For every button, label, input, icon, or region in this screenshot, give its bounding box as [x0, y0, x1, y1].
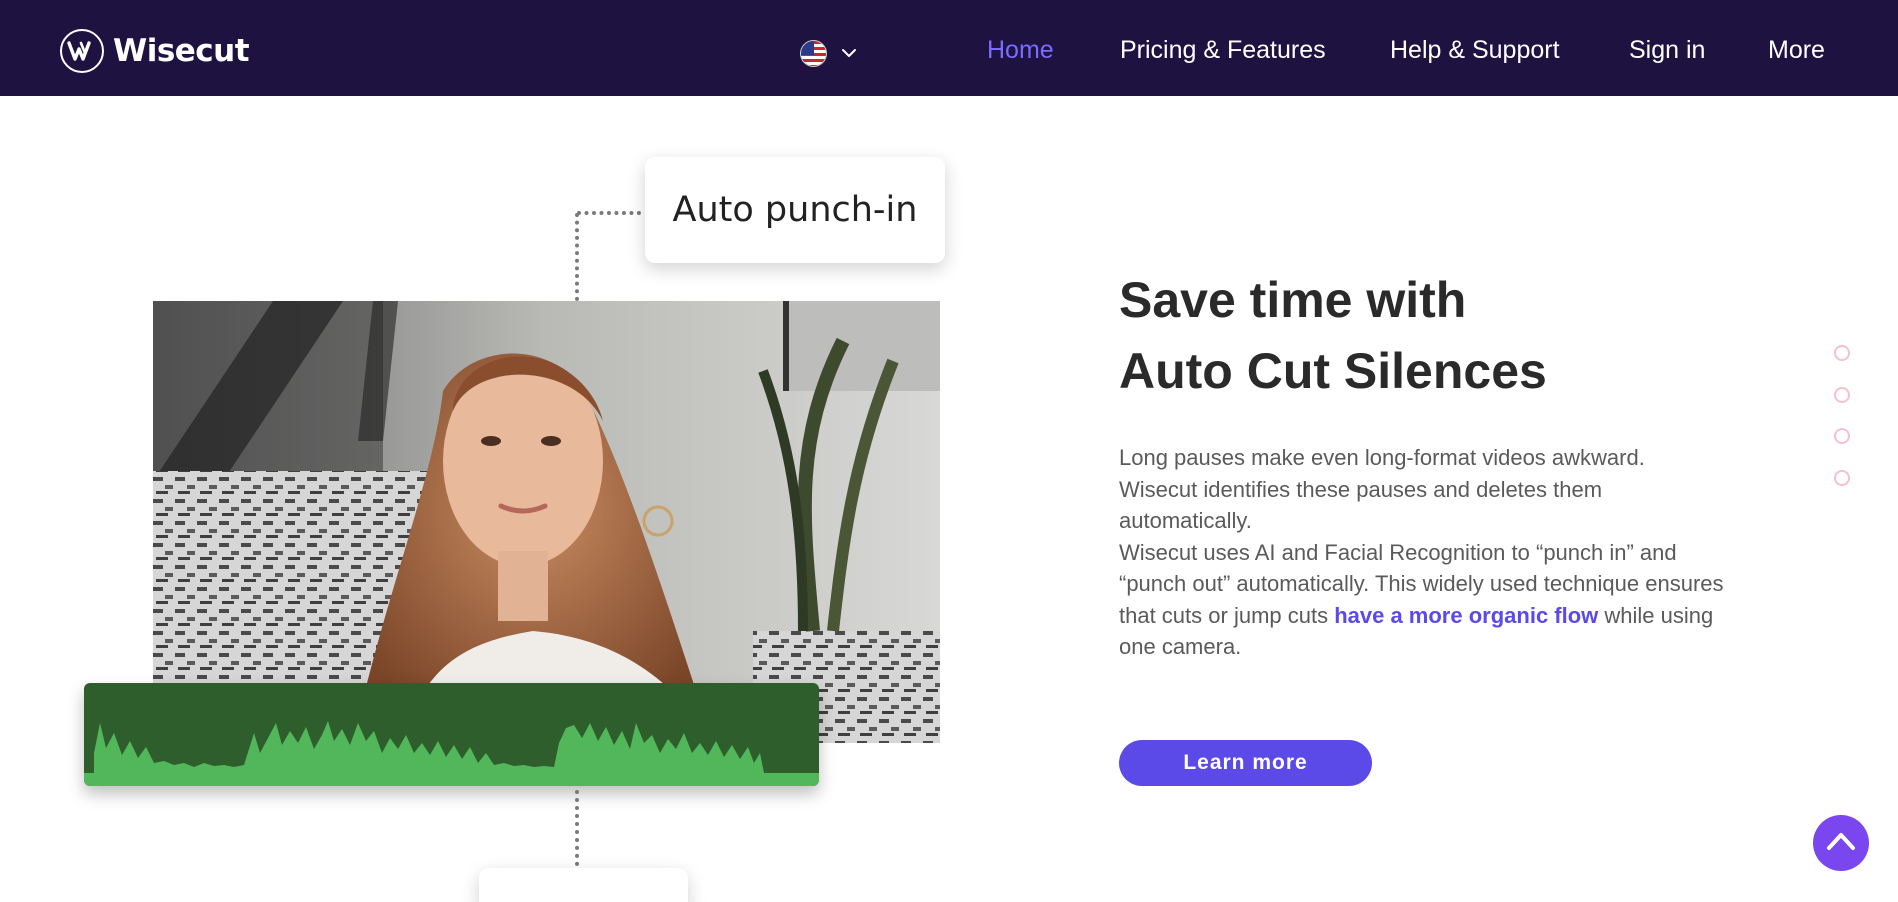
nav-more[interactable]: More [1768, 36, 1825, 65]
brand-logo[interactable]: Wisecut [60, 29, 250, 73]
woman-video-frame-image [153, 301, 940, 743]
language-selector[interactable] [800, 40, 857, 67]
callout-label: Auto punch-in [672, 190, 918, 230]
feature-title: Save time with Auto Cut Silences [1119, 265, 1547, 407]
nav-home[interactable]: Home [987, 36, 1054, 65]
us-flag-icon [800, 40, 827, 67]
video-preview-image [153, 301, 940, 743]
chevron-down-icon [841, 45, 857, 63]
feature-title-line-2: Auto Cut Silences [1119, 343, 1547, 399]
nav-sign-in[interactable]: Sign in [1629, 36, 1705, 65]
learn-more-button[interactable]: Learn more [1119, 740, 1372, 786]
feature-paragraph-1: Long pauses make even long-format videos… [1119, 445, 1645, 533]
nav-help-support[interactable]: Help & Support [1390, 36, 1560, 65]
organic-flow-highlight: have a more organic flow [1334, 602, 1599, 628]
pager-dot-icon[interactable] [1834, 345, 1850, 361]
audio-waveform [84, 683, 819, 786]
bottom-callout-label [479, 868, 688, 902]
auto-punch-in-callout: Auto punch-in [645, 157, 945, 263]
connector-line-top-vertical [575, 213, 579, 301]
nav-pricing-features[interactable]: Pricing & Features [1120, 36, 1326, 65]
top-navigation-bar: Wisecut Home Pricing & Features Help & S… [0, 0, 1898, 96]
pager-dot-icon[interactable] [1834, 387, 1850, 403]
chevron-up-icon [1826, 831, 1856, 856]
pager-dot-icon[interactable] [1834, 428, 1850, 444]
connector-line-bottom-vertical [575, 790, 579, 866]
bottom-callout [479, 868, 688, 902]
feature-description: Long pauses make even long-format videos… [1119, 442, 1729, 663]
pager-dot-icon[interactable] [1834, 470, 1850, 486]
wisecut-w-logo-icon [60, 29, 104, 73]
scroll-to-top-button[interactable] [1813, 815, 1869, 871]
feature-title-line-1: Save time with [1119, 272, 1467, 328]
connector-line-top-horizontal [577, 211, 641, 215]
brand-name: Wisecut [113, 33, 250, 69]
waveform-graphic [84, 721, 819, 786]
feature-paragraph-2: Wisecut uses AI and Facial Recognition t… [1119, 537, 1729, 663]
